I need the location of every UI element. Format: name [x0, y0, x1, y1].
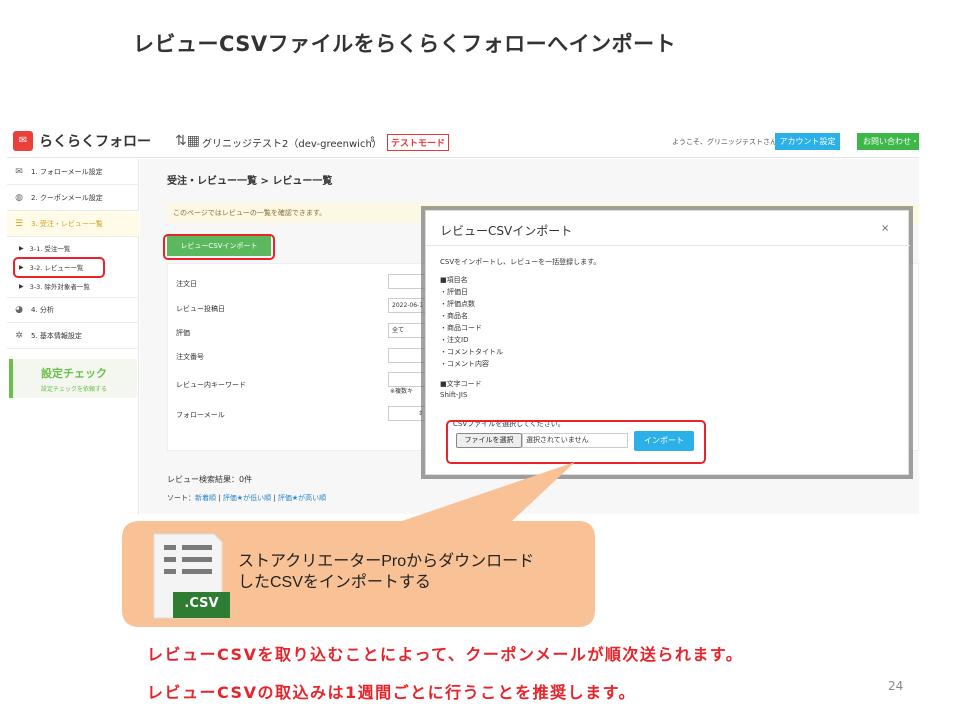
note-line-1: レビューCSVを取り込むことによって、クーポンメールが順次送られます。 [147, 645, 744, 664]
csv-badge-label: .CSV [184, 596, 219, 611]
note-line-2: レビューCSVの取込みは1週間ごとに行うことを推奨します。 [147, 683, 636, 702]
page-number: 24 [888, 679, 904, 693]
callout-bubble [122, 462, 595, 627]
callout-line-1: ストアクリエーターProからダウンロード [238, 553, 535, 570]
callout-line-2: したCSVをインポートする [238, 574, 431, 591]
callout-text: ストアクリエーターProからダウンロード したCSVをインポートする [238, 551, 598, 593]
